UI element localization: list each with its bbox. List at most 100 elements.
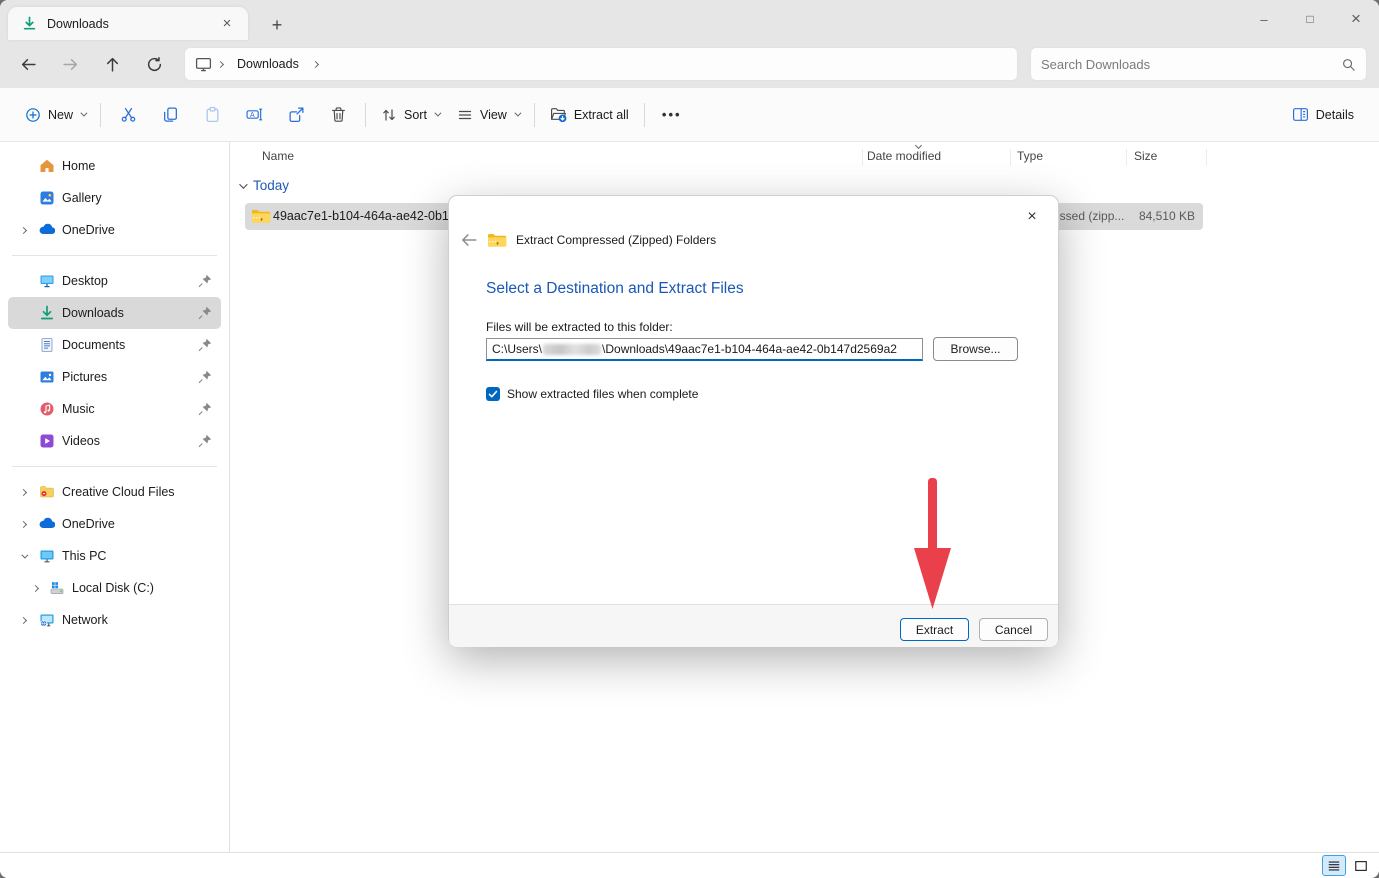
column-separator[interactable]	[1010, 149, 1011, 166]
rename-icon: A	[246, 106, 263, 123]
tab-bar: Downloads × + – □ ×	[0, 0, 1379, 40]
share-button[interactable]	[275, 96, 317, 134]
pin-icon	[197, 337, 213, 353]
column-separator[interactable]	[1126, 149, 1127, 166]
expand-chevron-icon[interactable]	[16, 490, 30, 495]
large-icons-view-toggle[interactable]	[1349, 855, 1373, 876]
videos-icon	[38, 432, 56, 450]
expand-chevron-icon[interactable]	[28, 586, 42, 591]
sidebar-item-label: Gallery	[62, 191, 102, 205]
column-header-date-modified[interactable]: Date modified	[867, 149, 941, 163]
sidebar-item-label: Local Disk (C:)	[72, 581, 154, 595]
sidebar-item-label: Downloads	[62, 306, 124, 320]
browse-button[interactable]: Browse...	[933, 337, 1018, 361]
back-button[interactable]	[8, 46, 48, 82]
toolbar-separator	[100, 103, 101, 127]
column-header-name[interactable]: Name	[262, 149, 294, 163]
sort-button[interactable]: Sort	[372, 96, 448, 134]
tab-close-icon[interactable]: ×	[214, 12, 240, 36]
dialog-title: Extract Compressed (Zipped) Folders	[516, 233, 716, 247]
address-bar[interactable]: Downloads	[184, 47, 1018, 81]
extract-button[interactable]: Extract	[900, 618, 969, 641]
sidebar-item-label: Creative Cloud Files	[62, 485, 175, 499]
sidebar-item-creative-cloud-files[interactable]: Creative Cloud Files	[8, 476, 221, 508]
refresh-button[interactable]	[134, 46, 174, 82]
sidebar-item-documents[interactable]: Documents	[8, 329, 221, 361]
sidebar-item-local-disk-c[interactable]: Local Disk (C:)	[8, 572, 221, 604]
details-pane-button[interactable]: Details	[1283, 96, 1363, 134]
column-header-size[interactable]: Size	[1134, 149, 1157, 163]
expand-chevron-icon[interactable]	[16, 228, 30, 233]
group-header-today[interactable]: Today	[239, 178, 289, 193]
destination-label: Files will be extracted to this folder:	[486, 320, 673, 334]
sidebar-item-music[interactable]: Music	[8, 393, 221, 425]
breadcrumb-downloads[interactable]: Downloads	[229, 57, 307, 71]
sidebar-item-desktop[interactable]: Desktop	[8, 265, 221, 297]
extract-dialog: × Extract Compressed (Zipped) Folders Se…	[448, 195, 1059, 646]
sidebar-item-gallery[interactable]: Gallery	[8, 182, 221, 214]
details-view-toggle[interactable]	[1322, 855, 1346, 876]
pin-icon	[197, 401, 213, 417]
collapse-chevron-icon[interactable]	[16, 554, 30, 559]
new-button[interactable]: New	[16, 96, 94, 134]
more-options-button[interactable]: •••	[651, 96, 693, 134]
sidebar-item-label: Network	[62, 613, 108, 627]
details-pane-icon	[1292, 106, 1309, 123]
music-icon	[38, 400, 56, 418]
sidebar-item-pictures[interactable]: Pictures	[8, 361, 221, 393]
sidebar-item-home[interactable]: Home	[8, 150, 221, 182]
back-icon	[20, 56, 37, 73]
paste-button[interactable]	[191, 96, 233, 134]
trash-icon	[330, 106, 347, 123]
tab-downloads[interactable]: Downloads ×	[8, 7, 248, 40]
sidebar-item-onedrive-tree[interactable]: OneDrive	[8, 508, 221, 540]
redacted-username	[543, 344, 601, 355]
tab-title: Downloads	[47, 17, 214, 31]
sidebar-item-onedrive[interactable]: OneDrive	[8, 214, 221, 246]
sidebar-item-downloads[interactable]: Downloads	[8, 297, 221, 329]
onedrive-icon	[38, 515, 56, 533]
column-separator[interactable]	[1206, 149, 1207, 166]
checkbox-checked-icon[interactable]	[486, 387, 500, 401]
show-files-checkbox-row[interactable]: Show extracted files when complete	[486, 387, 698, 401]
toolbar-separator	[644, 103, 645, 127]
forward-button[interactable]	[50, 46, 90, 82]
dialog-back-icon[interactable]	[460, 231, 478, 249]
window-close-button[interactable]: ×	[1333, 0, 1379, 38]
group-collapse-chevron-icon[interactable]	[239, 180, 247, 188]
view-button[interactable]: View	[448, 96, 528, 134]
sort-button-label: Sort	[404, 108, 427, 122]
breadcrumb-chevron-icon	[312, 60, 319, 67]
annotation-arrow-icon	[905, 472, 965, 612]
dialog-close-button[interactable]: ×	[1018, 204, 1046, 230]
search-box	[1030, 47, 1367, 81]
maximize-button[interactable]: □	[1287, 0, 1333, 38]
destination-path-input[interactable]: C:\Users\\Downloads\49aac7e1-b104-464a-a…	[486, 338, 923, 361]
sidebar-item-videos[interactable]: Videos	[8, 425, 221, 457]
gallery-icon	[38, 189, 56, 207]
delete-button[interactable]	[317, 96, 359, 134]
copy-button[interactable]	[149, 96, 191, 134]
extract-all-button[interactable]: Extract all	[541, 96, 638, 134]
up-button[interactable]	[92, 46, 132, 82]
rename-button[interactable]: A	[233, 96, 275, 134]
column-header-type[interactable]: Type	[1017, 149, 1043, 163]
sidebar-item-label: Pictures	[62, 370, 107, 384]
cut-button[interactable]	[107, 96, 149, 134]
new-tab-button[interactable]: +	[264, 13, 290, 37]
search-input[interactable]	[1041, 57, 1341, 72]
expand-chevron-icon[interactable]	[16, 618, 30, 623]
up-icon	[104, 56, 121, 73]
search-icon[interactable]	[1341, 57, 1356, 72]
expand-chevron-icon[interactable]	[16, 522, 30, 527]
view-lines-icon	[457, 107, 473, 123]
sidebar-item-this-pc[interactable]: This PC	[8, 540, 221, 572]
share-icon	[288, 106, 305, 123]
column-separator[interactable]	[862, 149, 863, 166]
cancel-button[interactable]: Cancel	[979, 618, 1048, 641]
sidebar-item-label: OneDrive	[62, 223, 115, 237]
sidebar-item-network[interactable]: Network	[8, 604, 221, 636]
sidebar-item-label: Music	[62, 402, 95, 416]
onedrive-icon	[38, 221, 56, 239]
minimize-button[interactable]: –	[1241, 0, 1287, 38]
